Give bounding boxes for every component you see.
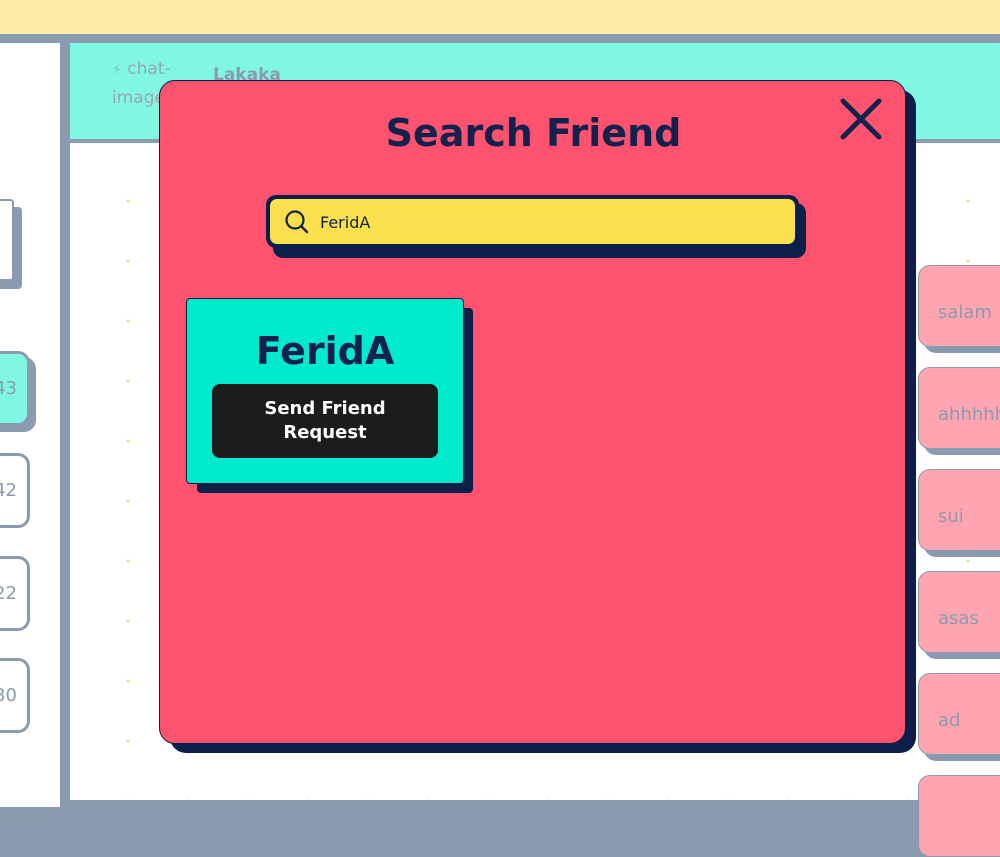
friend-result-card: FeridA Send Friend Request — [186, 298, 464, 484]
message-text: ahhhhhh — [938, 404, 1000, 425]
conversation-time: 22 — [0, 583, 17, 604]
modal-title: Search Friend — [385, 111, 682, 155]
conversation-time: 43 — [0, 378, 17, 399]
sidebar-search-box[interactable] — [0, 199, 14, 281]
send-friend-request-button[interactable]: Send Friend Request — [212, 384, 438, 458]
message-text: salam — [938, 302, 992, 323]
message-bubble — [918, 775, 1000, 857]
conversation-sidebar: 43 42 22 30 — [0, 43, 60, 807]
conversation-item[interactable]: 30 — [0, 658, 30, 733]
conversation-time: 30 — [0, 685, 17, 706]
message-text: asas — [938, 608, 979, 629]
message-text: ad — [938, 710, 961, 731]
conversation-item[interactable]: 43 — [0, 351, 30, 426]
message-bubble: ahhhhhh — [918, 367, 1000, 449]
search-friend-modal: Search Friend FeridA Send Friend Request — [159, 80, 906, 744]
divider — [70, 800, 1000, 807]
message-bubble: salam — [918, 265, 1000, 347]
conversation-item[interactable]: 42 — [0, 453, 30, 528]
search-field — [270, 199, 795, 244]
conversation-item[interactable]: 22 — [0, 556, 30, 631]
message-bubble: ad — [918, 673, 1000, 755]
message-bubble: asas — [918, 571, 1000, 653]
message-bubble: sui — [918, 469, 1000, 551]
search-icon — [285, 210, 309, 234]
friend-search-box — [266, 195, 799, 248]
conversation-time: 42 — [0, 480, 17, 501]
friend-search-input[interactable] — [320, 205, 780, 239]
broken-image-icon: ⚡ — [112, 62, 122, 78]
top-banner — [0, 0, 1000, 34]
friend-result-name: FeridA — [255, 329, 395, 373]
close-icon[interactable] — [837, 95, 885, 143]
message-text: sui — [938, 506, 964, 527]
